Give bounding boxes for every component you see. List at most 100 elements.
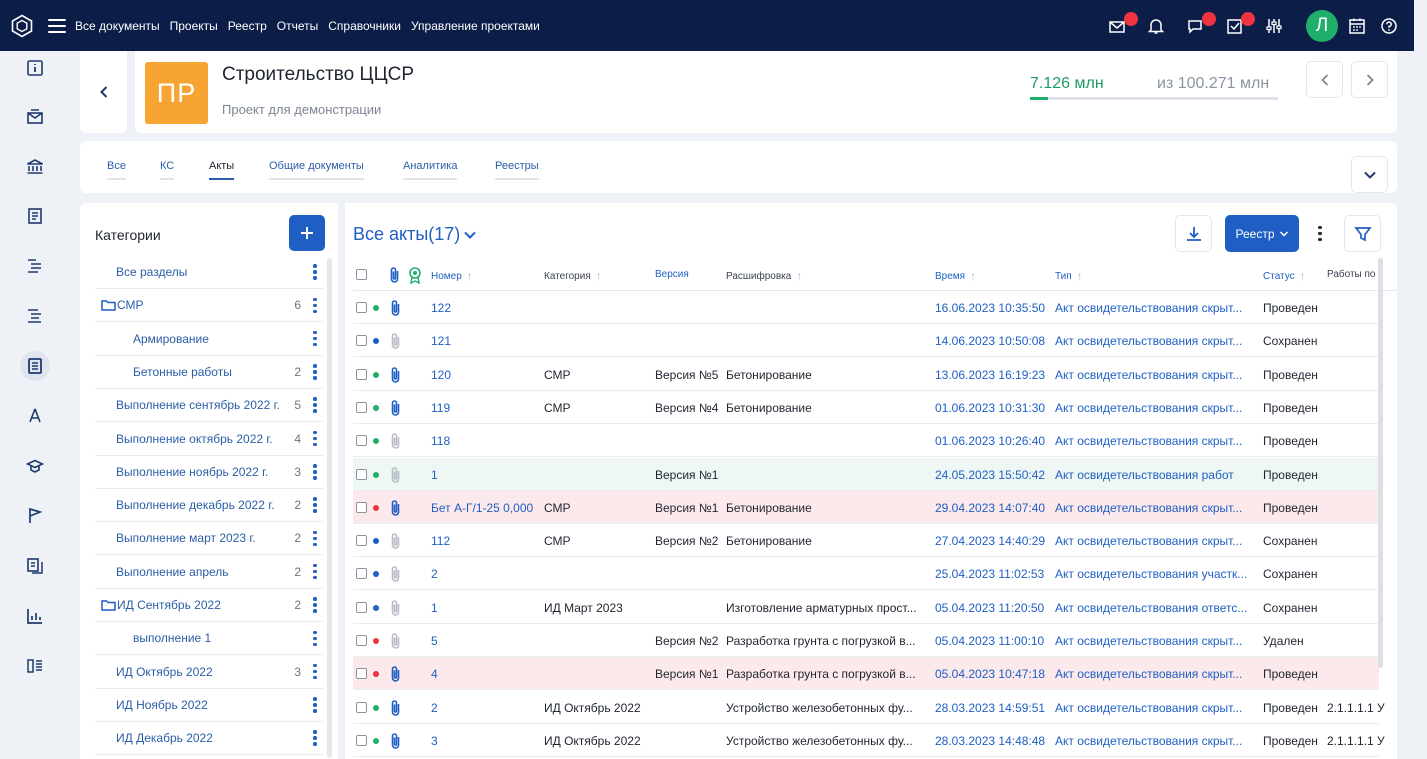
more-vertical-icon[interactable] <box>313 330 317 347</box>
categories-scrollbar[interactable] <box>327 258 332 758</box>
category-item[interactable]: Выполнение март 2023 г. 2 <box>95 522 323 556</box>
tab[interactable]: Акты <box>209 160 235 180</box>
more-options-button[interactable] <box>1305 215 1335 252</box>
menu-icon[interactable] <box>48 18 66 33</box>
board-icon[interactable] <box>22 653 48 679</box>
bell-icon[interactable] <box>1145 15 1167 37</box>
cell-type[interactable]: Акт освидетельствования ответс... <box>1055 601 1260 615</box>
cell-type[interactable]: Акт освидетельствования скрыт... <box>1055 667 1260 681</box>
cell-number[interactable]: 2 <box>431 567 541 581</box>
row-checkbox[interactable] <box>356 701 367 713</box>
table-row[interactable]: 112 СМР Версия №2 Бетонирование 27.04.2023 1… <box>353 524 1379 558</box>
attachment-icon[interactable] <box>389 466 403 484</box>
chat-icon[interactable] <box>1185 12 1216 37</box>
document-icon[interactable] <box>22 203 48 229</box>
cell-type[interactable]: Акт освидетельствования скрыт... <box>1055 501 1260 515</box>
cell-number[interactable]: 118 <box>431 434 541 448</box>
row-checkbox[interactable] <box>356 501 367 513</box>
list-icon[interactable] <box>22 253 48 279</box>
column-category[interactable]: Категория ↑ <box>544 269 602 283</box>
category-item[interactable]: Бетонные работы 2 <box>95 356 323 389</box>
cell-type[interactable]: Акт освидетельствования скрыт... <box>1055 634 1260 648</box>
more-vertical-icon[interactable] <box>313 563 317 580</box>
cell-type[interactable]: Акт освидетельствования скрыт... <box>1055 401 1260 415</box>
cell-number[interactable]: 122 <box>431 301 541 315</box>
table-row[interactable]: 121 14.06.2023 10:50:08 Акт освидетельство… <box>353 324 1379 358</box>
more-vertical-icon[interactable] <box>313 597 317 613</box>
row-checkbox[interactable] <box>356 635 367 646</box>
category-item[interactable]: СМР 6 <box>95 289 323 323</box>
filter-button[interactable] <box>1344 215 1381 252</box>
table-row[interactable]: 118 01.06.2023 10:26:40 Акт освидетельство… <box>353 424 1379 458</box>
top-nav-item[interactable]: Отчеты <box>277 19 318 33</box>
cell-number[interactable]: 121 <box>431 334 541 348</box>
row-checkbox[interactable] <box>356 435 367 447</box>
next-project-button[interactable] <box>1351 61 1388 98</box>
category-item[interactable]: ИД Октябрь 2022 3 <box>95 656 323 689</box>
cell-number[interactable]: 120 <box>431 368 541 382</box>
cell-type[interactable]: Акт освидетельствования скрыт... <box>1055 701 1260 715</box>
more-vertical-icon[interactable] <box>313 464 317 480</box>
column-decoding[interactable]: Расшифровка ↑ <box>726 269 802 283</box>
category-item[interactable]: Армирование <box>95 323 323 356</box>
category-item[interactable]: Выполнение декабрь 2022 г. 2 <box>95 489 323 523</box>
category-item[interactable]: Все разделы <box>95 256 323 289</box>
attachment-icon[interactable] <box>389 665 403 683</box>
category-item[interactable]: ИД Сентябрь 2022 2 <box>95 589 323 622</box>
select-all-checkbox[interactable] <box>356 269 367 280</box>
more-vertical-icon[interactable] <box>313 397 317 413</box>
category-item[interactable]: Выполнение апрель 2 <box>95 556 323 589</box>
row-checkbox[interactable] <box>356 668 367 680</box>
attachment-icon[interactable] <box>389 399 403 417</box>
top-nav-item[interactable]: Все документы <box>75 19 160 33</box>
row-checkbox[interactable] <box>356 468 367 480</box>
table-row[interactable]: 120 СМР Версия №5 Бетонирование 13.06.2023 1… <box>353 358 1379 391</box>
more-vertical-icon[interactable] <box>313 663 317 680</box>
table-row[interactable]: 1 ИД Март 2023 Изготовление арматурных про… <box>353 591 1379 624</box>
tab[interactable]: Общие документы <box>269 160 364 180</box>
add-category-button[interactable] <box>289 215 325 251</box>
row-checkbox[interactable] <box>356 401 367 413</box>
cell-number[interactable]: 3 <box>431 734 541 748</box>
attachment-icon[interactable] <box>389 299 403 317</box>
column-number[interactable]: Номер ↑ <box>431 269 473 283</box>
inbox-icon[interactable] <box>22 104 48 130</box>
column-version[interactable]: Версия <box>655 269 689 280</box>
mail-icon[interactable] <box>1107 12 1138 37</box>
acts-dropdown[interactable]: Все акты(17) <box>353 224 477 245</box>
cell-type[interactable]: Акт освидетельствования скрыт... <box>1055 334 1260 348</box>
cell-number[interactable]: 1 <box>431 601 541 615</box>
cell-type[interactable]: Акт освидетельствования скрыт... <box>1055 734 1260 748</box>
attachment-icon[interactable] <box>389 599 403 617</box>
tab[interactable]: Аналитика <box>403 160 458 180</box>
bank-icon[interactable] <box>22 154 48 180</box>
table-row[interactable]: 3 ИД Октябрь 2022 Устройство железобетонны… <box>353 724 1385 757</box>
more-vertical-icon[interactable] <box>313 264 317 280</box>
table-row[interactable]: 2 25.04.2023 11:02:53 Акт освидетельствова… <box>353 557 1379 591</box>
user-avatar[interactable]: Л <box>1306 10 1338 42</box>
cell-type[interactable]: Акт освидетельствования скрыт... <box>1055 534 1260 548</box>
documents-icon[interactable] <box>22 553 48 579</box>
more-vertical-icon[interactable] <box>313 297 317 314</box>
cell-type[interactable]: Акт освидетельствования участк... <box>1055 567 1260 581</box>
help-icon[interactable] <box>1378 15 1400 37</box>
attachment-icon[interactable] <box>389 732 403 750</box>
cell-type[interactable]: Акт освидетельствования скрыт... <box>1055 434 1260 448</box>
cell-number[interactable]: 119 <box>431 401 541 415</box>
tab[interactable]: Все <box>107 160 126 180</box>
cell-type[interactable]: Акт освидетельствования скрыт... <box>1055 368 1260 382</box>
cell-number[interactable]: 2 <box>431 701 541 715</box>
app-logo-icon[interactable] <box>10 14 34 38</box>
expand-tabs-button[interactable] <box>1351 156 1388 193</box>
category-item[interactable]: ИД Декабрь 2022 <box>95 722 323 756</box>
category-item[interactable]: Выполнение ноябрь 2022 г. 3 <box>95 456 323 489</box>
compass-icon[interactable] <box>22 403 48 429</box>
row-checkbox[interactable] <box>356 535 367 547</box>
cell-type[interactable]: Акт освидетельствования работ <box>1055 468 1260 482</box>
more-vertical-icon[interactable] <box>313 530 317 547</box>
more-vertical-icon[interactable] <box>313 364 317 380</box>
cell-type[interactable]: Акт освидетельствования скрыт... <box>1055 301 1260 315</box>
tab[interactable]: Реестры <box>495 160 539 180</box>
column-status[interactable]: Статус ↑ <box>1263 269 1306 283</box>
tasks-icon[interactable] <box>1224 12 1255 37</box>
